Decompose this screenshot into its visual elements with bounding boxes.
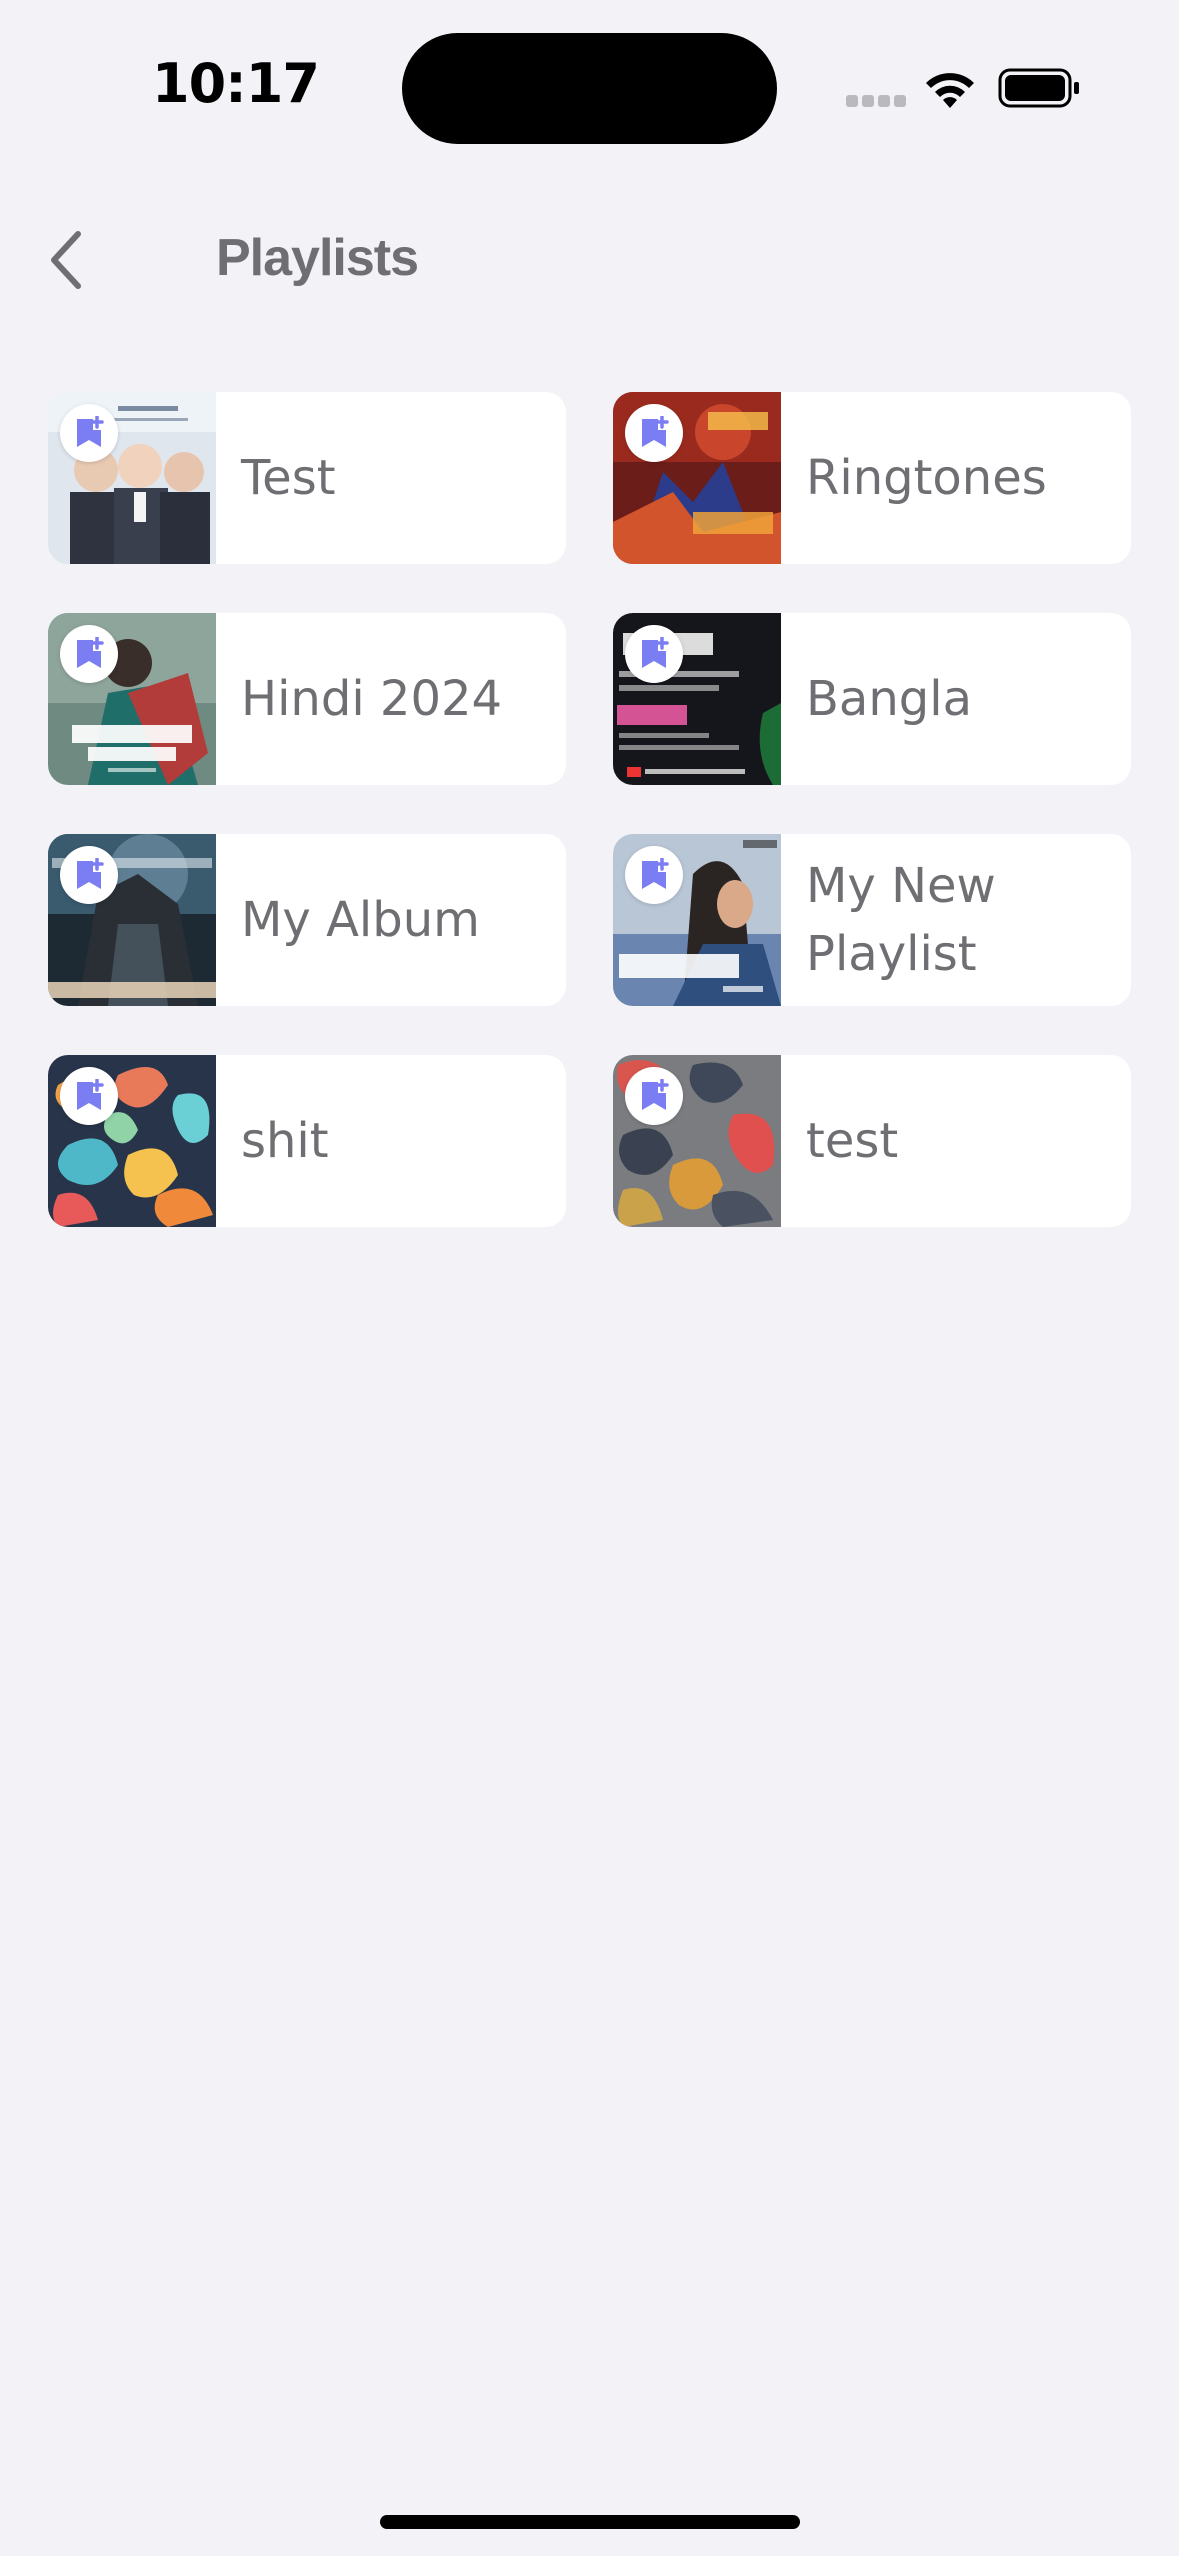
bookmark-plus-icon — [77, 637, 104, 668]
dynamic-island — [402, 33, 777, 144]
home-indicator[interactable] — [380, 2515, 800, 2529]
nav-bar: Playlists — [0, 200, 1179, 320]
chevron-left-icon — [51, 231, 81, 289]
playlist-artwork — [613, 1055, 781, 1227]
playlist-artwork — [613, 834, 781, 1006]
playlist-name: Hindi 2024 — [241, 671, 503, 727]
playlist-card[interactable]: test — [613, 1055, 1131, 1227]
cellular-signal-icon — [846, 95, 906, 109]
back-button[interactable] — [36, 228, 96, 292]
playlist-name: Bangla — [806, 671, 972, 727]
playlist-card[interactable]: shit — [48, 1055, 566, 1227]
bookmark-plus-icon — [77, 416, 104, 447]
battery-icon — [998, 68, 1079, 108]
add-bookmark-badge[interactable] — [60, 1067, 118, 1125]
playlist-artwork — [48, 834, 216, 1006]
bookmark-plus-icon — [642, 858, 669, 889]
add-bookmark-badge[interactable] — [60, 404, 118, 462]
playlist-card[interactable]: Hindi 2024 — [48, 613, 566, 785]
bookmark-plus-icon — [77, 858, 104, 889]
playlist-name: My New Playlist — [806, 858, 996, 982]
status-bar: 10:17 — [0, 0, 1179, 180]
bookmark-plus-icon — [77, 1079, 104, 1110]
playlist-artwork — [48, 392, 216, 564]
status-time: 10:17 — [152, 52, 320, 115]
playlist-name: Ringtones — [806, 450, 1047, 506]
playlist-artwork — [48, 613, 216, 785]
playlist-card[interactable]: My Album — [48, 834, 566, 1006]
bookmark-plus-icon — [642, 637, 669, 668]
playlist-name: My Album — [241, 892, 480, 948]
playlist-card[interactable]: Ringtones — [613, 392, 1131, 564]
add-bookmark-badge[interactable] — [60, 625, 118, 683]
add-bookmark-badge[interactable] — [625, 404, 683, 462]
playlist-name: shit — [241, 1113, 329, 1169]
playlist-artwork — [613, 613, 781, 785]
playlist-grid: Test Ringtones Hindi 2024 Bangla My Albu… — [48, 392, 1131, 1227]
playlist-name: Test — [241, 450, 336, 506]
wifi-icon — [926, 73, 974, 108]
playlist-card[interactable]: My New Playlist — [613, 834, 1131, 1006]
playlist-card[interactable]: Bangla — [613, 613, 1131, 785]
bookmark-plus-icon — [642, 1079, 669, 1110]
playlist-card[interactable]: Test — [48, 392, 566, 564]
page-title: Playlists — [216, 229, 419, 287]
playlist-artwork — [613, 392, 781, 564]
bookmark-plus-icon — [642, 416, 669, 447]
add-bookmark-badge[interactable] — [625, 1067, 683, 1125]
add-bookmark-badge[interactable] — [60, 846, 118, 904]
add-bookmark-badge[interactable] — [625, 846, 683, 904]
playlist-name: test — [806, 1113, 899, 1169]
playlist-artwork — [48, 1055, 216, 1227]
add-bookmark-badge[interactable] — [625, 625, 683, 683]
